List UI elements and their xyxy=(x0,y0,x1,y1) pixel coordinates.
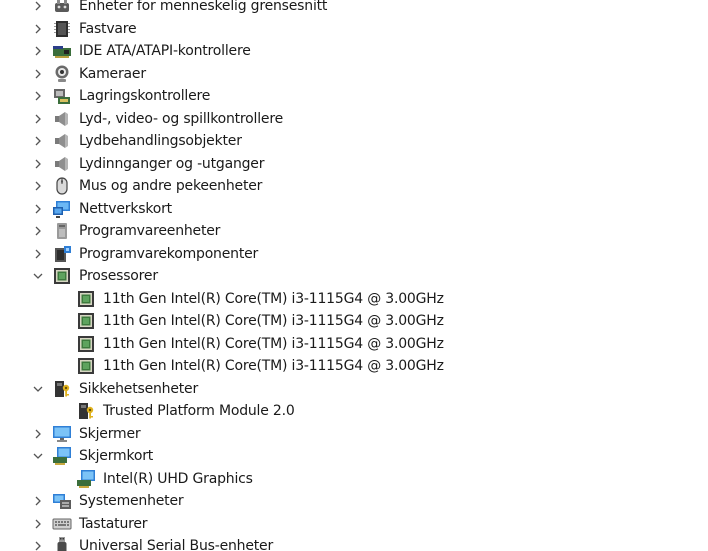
tree-device-item[interactable]: Intel(R) UHD Graphics xyxy=(0,468,708,490)
tree-device-item[interactable]: 11th Gen Intel(R) Core(TM) i3-1115G4 @ 3… xyxy=(0,355,708,377)
tree-category-programvareenheter[interactable]: Programvareenheter xyxy=(0,220,708,242)
network-adapter-icon xyxy=(52,199,72,219)
display-adapter-icon xyxy=(52,446,72,466)
tree-item-label: IDE ATA/ATAPI-kontrollere xyxy=(79,43,251,59)
tree-item-label: Nettverkskort xyxy=(79,200,172,217)
processor-icon xyxy=(76,289,96,309)
tree-device-item[interactable]: 11th Gen Intel(R) Core(TM) i3-1115G4 @ 3… xyxy=(0,333,708,355)
tree-category-lyd-video-og-spillkontrollere[interactable]: Lyd-, video- og spillkontrollere xyxy=(0,108,708,130)
chevron-right-icon[interactable] xyxy=(32,135,44,147)
speaker-icon xyxy=(52,154,72,174)
tree-item-label: 11th Gen Intel(R) Core(TM) i3-1115G4 @ 3… xyxy=(103,313,444,329)
tree-category-skjermkort[interactable]: Skjermkort xyxy=(0,445,708,467)
tree-item-label: 11th Gen Intel(R) Core(TM) i3-1115G4 @ 3… xyxy=(103,335,444,352)
tree-item-label: Programvarekomponenter xyxy=(79,245,259,262)
chevron-right-icon[interactable] xyxy=(32,203,44,215)
chevron-down-icon[interactable] xyxy=(32,383,44,395)
storage-controller-icon xyxy=(52,86,72,106)
usb-icon xyxy=(52,536,72,551)
chevron-right-icon[interactable] xyxy=(32,158,44,170)
tree-item-label: Systemenheter xyxy=(79,493,184,509)
firmware-icon xyxy=(52,19,72,39)
software-component-icon xyxy=(52,244,72,264)
tree-item-label: Fastvare xyxy=(79,20,137,37)
tree-item-label: Intel(R) UHD Graphics xyxy=(103,470,253,487)
security-device-icon xyxy=(76,401,96,421)
chevron-right-icon[interactable] xyxy=(32,518,44,530)
tree-category-nettverkskort[interactable]: Nettverkskort xyxy=(0,198,708,220)
security-device-icon xyxy=(52,379,72,399)
processor-icon xyxy=(76,311,96,331)
chevron-right-icon[interactable] xyxy=(32,248,44,260)
chevron-down-icon[interactable] xyxy=(32,450,44,462)
tree-category-mus-og-andre-pekeenheter[interactable]: Mus og andre pekeenheter xyxy=(0,175,708,197)
tree-category-enheter-for-menneskelig-grensesnitt[interactable]: Enheter for menneskelig grensesnitt xyxy=(0,0,708,17)
tree-category-sikkehetsenheter[interactable]: Sikkehetsenheter xyxy=(0,378,708,400)
chevron-right-icon[interactable] xyxy=(32,68,44,80)
tree-category-fastvare[interactable]: Fastvare xyxy=(0,18,708,40)
hid-icon xyxy=(52,0,72,16)
chevron-right-icon[interactable] xyxy=(32,23,44,35)
tree-device-item[interactable]: Trusted Platform Module 2.0 xyxy=(0,400,708,422)
chevron-down-icon[interactable] xyxy=(32,270,44,282)
tree-item-label: Enheter for menneskelig grensesnitt xyxy=(79,0,328,14)
tree-category-tastaturer[interactable]: Tastaturer xyxy=(0,513,708,535)
tree-category-skjermer[interactable]: Skjermer xyxy=(0,423,708,445)
tree-category-universal-serial-bus-enheter[interactable]: Universal Serial Bus-enheter xyxy=(0,535,708,551)
tree-device-item[interactable]: 11th Gen Intel(R) Core(TM) i3-1115G4 @ 3… xyxy=(0,288,708,310)
tree-item-label: Lagringskontrollere xyxy=(79,88,211,104)
tree-item-label: Mus og andre pekeenheter xyxy=(79,178,263,194)
tree-item-label: Lydbehandlingsobjekter xyxy=(79,133,242,149)
chevron-right-icon[interactable] xyxy=(32,180,44,192)
tree-item-label: 11th Gen Intel(R) Core(TM) i3-1115G4 @ 3… xyxy=(103,358,444,374)
tree-item-label: Tastaturer xyxy=(79,515,148,532)
keyboard-icon xyxy=(52,514,72,534)
tree-item-label: Skjermer xyxy=(79,425,141,442)
tree-item-label: Lydinnganger og -utganger xyxy=(79,155,265,172)
tree-category-lydbehandlingsobjekter[interactable]: Lydbehandlingsobjekter xyxy=(0,130,708,152)
camera-icon xyxy=(52,64,72,84)
tree-item-label: Universal Serial Bus-enheter xyxy=(79,538,273,551)
tree-category-kameraer[interactable]: Kameraer xyxy=(0,63,708,85)
chevron-right-icon[interactable] xyxy=(32,0,44,12)
tree-category-ide-ata-atapi-kontrollere[interactable]: IDE ATA/ATAPI-kontrollere xyxy=(0,40,708,62)
system-device-icon xyxy=(52,491,72,511)
tree-category-systemenheter[interactable]: Systemenheter xyxy=(0,490,708,512)
ide-controller-icon xyxy=(52,41,72,61)
tree-item-label: Kameraer xyxy=(79,65,146,82)
speaker-icon xyxy=(52,109,72,129)
chevron-right-icon[interactable] xyxy=(32,495,44,507)
processor-icon xyxy=(76,334,96,354)
tree-device-item[interactable]: 11th Gen Intel(R) Core(TM) i3-1115G4 @ 3… xyxy=(0,310,708,332)
chevron-right-icon[interactable] xyxy=(32,428,44,440)
tree-item-label: Skjermkort xyxy=(79,448,154,464)
tree-item-label: Prosessorer xyxy=(79,268,158,284)
chevron-right-icon[interactable] xyxy=(32,90,44,102)
software-device-icon xyxy=(52,221,72,241)
device-manager-tree: Enheter for menneskelig grensesnitt Fastv… xyxy=(0,0,708,551)
mouse-icon xyxy=(52,176,72,196)
display-adapter-icon xyxy=(76,469,96,489)
tree-item-label: Sikkehetsenheter xyxy=(79,380,199,397)
tree-category-prosessorer[interactable]: Prosessorer xyxy=(0,265,708,287)
tree-item-label: Trusted Platform Module 2.0 xyxy=(103,403,295,419)
chevron-right-icon[interactable] xyxy=(32,225,44,237)
processor-icon xyxy=(76,356,96,376)
tree-category-lydinnganger-og-utganger[interactable]: Lydinnganger og -utganger xyxy=(0,153,708,175)
processor-icon xyxy=(52,266,72,286)
tree-item-label: Lyd-, video- og spillkontrollere xyxy=(79,110,283,127)
speaker-icon xyxy=(52,131,72,151)
tree-category-lagringskontrollere[interactable]: Lagringskontrollere xyxy=(0,85,708,107)
tree-category-programvarekomponenter[interactable]: Programvarekomponenter xyxy=(0,243,708,265)
chevron-right-icon[interactable] xyxy=(32,113,44,125)
chevron-right-icon[interactable] xyxy=(32,540,44,551)
monitor-icon xyxy=(52,424,72,444)
tree-item-label: 11th Gen Intel(R) Core(TM) i3-1115G4 @ 3… xyxy=(103,290,444,307)
chevron-right-icon[interactable] xyxy=(32,45,44,57)
tree-item-label: Programvareenheter xyxy=(79,223,221,239)
